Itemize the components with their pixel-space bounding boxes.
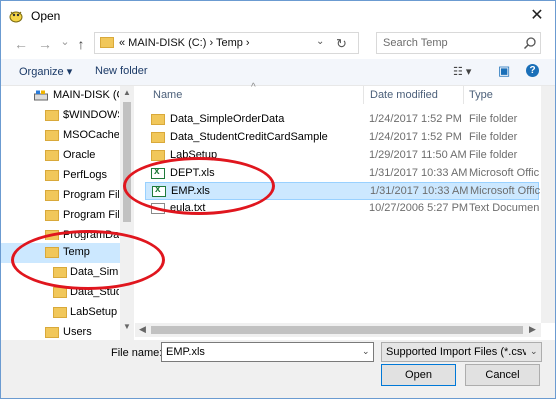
tree-item-label: Oracle <box>63 149 96 161</box>
tree-item-users[interactable]: Users <box>1 323 119 340</box>
help-icon[interactable]: ? <box>526 64 539 77</box>
navigation-pane: MAIN-DISK (C:) $WINDOWS.~BT MSOCache Ora… <box>1 86 135 340</box>
scroll-down-icon[interactable]: ▼ <box>123 322 131 331</box>
tree-item-program-files-x86[interactable]: Program Files (x86) <box>1 206 119 226</box>
file-date: 1/24/2017 1:52 PM <box>369 131 462 143</box>
folder-icon <box>45 190 59 201</box>
file-date: 1/31/2017 10:33 AM <box>369 167 468 179</box>
open-button[interactable]: Open <box>381 364 456 386</box>
tree-item-label: $WINDOWS.~BT <box>63 109 119 121</box>
file-name: Data_SimpleOrderData <box>170 113 285 125</box>
scroll-thumb[interactable] <box>123 102 131 222</box>
recent-dropdown-icon[interactable]: ⌄ <box>57 34 73 50</box>
column-divider[interactable] <box>363 86 364 104</box>
file-list-scrollbar[interactable] <box>541 86 555 323</box>
file-name-input[interactable]: EMP.xls ⌄ <box>161 342 374 362</box>
column-divider[interactable] <box>463 86 464 104</box>
tree-item-label: Program Files (x86) <box>63 209 119 221</box>
refresh-icon[interactable]: ↻ <box>336 36 350 52</box>
back-arrow-icon[interactable]: ← <box>13 36 29 52</box>
forward-arrow-icon[interactable]: → <box>37 36 53 52</box>
tree-item-label: Users <box>63 326 92 338</box>
search-placeholder: Search Temp <box>383 37 448 49</box>
dialog-title: Open <box>31 9 61 23</box>
folder-icon <box>45 170 59 181</box>
annotation-ellipse-temp <box>11 230 165 290</box>
address-path: « MAIN-DISK (C:) › Temp › <box>119 37 250 49</box>
column-name[interactable]: Name <box>153 89 182 101</box>
file-name: Data_StudentCreditCardSample <box>170 131 328 143</box>
tree-item-label: MSOCache <box>63 129 119 141</box>
column-header: Name ^ Date modified Type <box>141 82 555 104</box>
file-type: Microsoft Office E... <box>470 185 540 197</box>
file-type: File folder <box>469 131 518 143</box>
chevron-down-icon[interactable]: ⌄ <box>316 36 328 47</box>
scroll-left-icon[interactable]: ◀ <box>139 324 146 335</box>
folder-icon <box>45 150 59 161</box>
file-date: 10/27/2006 5:27 PM <box>369 202 469 214</box>
file-type: Text Document <box>469 202 539 214</box>
scroll-thumb[interactable] <box>151 326 523 334</box>
search-input[interactable]: Search Temp <box>376 32 541 54</box>
file-row[interactable]: Data_SimpleOrderData 1/24/2017 1:52 PM F… <box>145 111 539 129</box>
folder-icon <box>100 37 114 48</box>
tree-item-program-files[interactable]: Program Files <box>1 186 119 206</box>
tree-item-windows-bt[interactable]: $WINDOWS.~BT <box>1 106 119 126</box>
folder-icon <box>151 114 165 125</box>
tree-item-labsetup[interactable]: LabSetup <box>1 303 119 323</box>
file-date: 1/29/2017 11:50 AM <box>369 149 467 161</box>
tree-item-perflogs[interactable]: PerfLogs <box>1 166 119 186</box>
scroll-right-icon[interactable]: ▶ <box>529 324 536 335</box>
open-dialog: Open ✕ ← → ⌄ ↑ « MAIN-DISK (C:) › Temp ›… <box>0 0 556 399</box>
sort-ascending-icon: ^ <box>251 82 256 93</box>
tree-item-label: LabSetup <box>70 306 118 318</box>
tree-item-drive[interactable]: MAIN-DISK (C:) <box>1 86 119 106</box>
folder-icon <box>45 110 59 121</box>
folder-icon <box>53 307 67 318</box>
organize-button[interactable]: Organize ▾ <box>19 65 72 78</box>
file-type: File folder <box>469 149 518 161</box>
chevron-down-icon[interactable]: ⌄ <box>530 346 538 357</box>
drive-icon <box>34 90 48 101</box>
new-folder-button[interactable]: New folder <box>95 65 148 77</box>
file-type-select[interactable]: Supported Import Files (*.csv;*.xls;*.xl… <box>381 342 542 362</box>
annotation-ellipse-emp <box>123 157 275 215</box>
tree-item-label: Program Files <box>63 189 119 201</box>
up-arrow-icon[interactable]: ↑ <box>73 36 89 52</box>
file-type-value: Supported Import Files (*.csv;*.xls;*.xl… <box>386 346 526 358</box>
tree-item-oracle[interactable]: Oracle <box>1 146 119 166</box>
file-date: 1/31/2017 10:33 AM <box>370 185 469 197</box>
tree-item-msocache[interactable]: MSOCache <box>1 126 119 146</box>
tree-item-label: PerfLogs <box>63 169 108 181</box>
preview-pane-icon[interactable]: ▣ <box>498 63 510 79</box>
folder-icon <box>45 210 59 221</box>
file-name-label: File name: <box>111 347 163 359</box>
file-row[interactable]: Data_StudentCreditCardSample 1/24/2017 1… <box>145 129 539 147</box>
search-icon <box>523 37 536 50</box>
folder-icon <box>45 130 59 141</box>
horizontal-scrollbar[interactable]: ◀ ▶ <box>135 323 541 337</box>
navigation-scrollbar[interactable]: ▲ ▼ <box>120 86 134 340</box>
address-bar[interactable]: « MAIN-DISK (C:) › Temp › ⌄ ↻ <box>94 32 359 54</box>
chevron-down-icon[interactable]: ⌄ <box>362 346 370 357</box>
column-date-modified[interactable]: Date modified <box>370 89 438 101</box>
title-bar: Open ✕ <box>1 1 555 31</box>
file-type: Microsoft Office E... <box>469 167 539 179</box>
cancel-button[interactable]: Cancel <box>465 364 540 386</box>
app-icon <box>9 11 23 23</box>
folder-icon <box>151 132 165 143</box>
file-name-value: EMP.xls <box>166 346 205 358</box>
file-type: File folder <box>469 113 518 125</box>
tree-item-label: MAIN-DISK (C:) <box>53 89 119 101</box>
view-options-icon[interactable]: ☷ ▾ <box>453 65 471 78</box>
close-icon[interactable]: ✕ <box>526 5 548 27</box>
folder-icon <box>45 327 59 338</box>
file-date: 1/24/2017 1:52 PM <box>369 113 462 125</box>
scroll-up-icon[interactable]: ▲ <box>123 88 131 97</box>
column-type[interactable]: Type <box>469 89 493 101</box>
toolbar: Organize ▾ New folder ☷ ▾ ▣ ? <box>1 59 555 86</box>
